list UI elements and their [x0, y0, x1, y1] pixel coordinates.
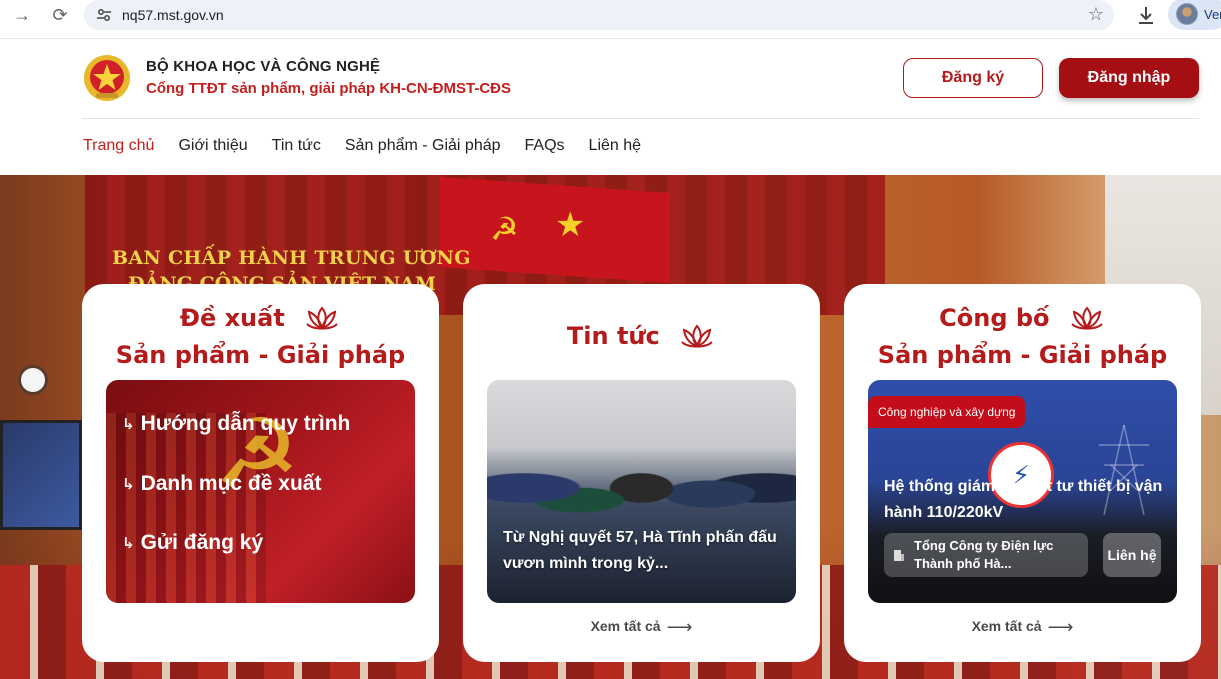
- nav-item-contact[interactable]: Liên hệ: [589, 137, 642, 155]
- url-text[interactable]: nq57.mst.gov.vn: [122, 7, 224, 23]
- contact-button[interactable]: Liên hệ: [1103, 533, 1161, 577]
- arrow-right-icon: ⟶: [666, 617, 693, 637]
- profile-label: Ver: [1204, 6, 1221, 22]
- publish-title: Công bố: [844, 304, 1201, 332]
- lotus-icon: [1071, 306, 1103, 330]
- login-button[interactable]: Đăng nhập: [1059, 58, 1199, 98]
- hook-arrow-icon: ↳: [122, 535, 135, 552]
- publish-see-all-link[interactable]: Xem tất cả ⟶: [844, 617, 1201, 638]
- submit-link[interactable]: ↳ Gửi đăng ký: [122, 531, 263, 555]
- product-title[interactable]: Hệ thống giám sát Vật tư thiết bị vận hà…: [884, 474, 1164, 526]
- nav-item-faqs[interactable]: FAQs: [525, 137, 565, 155]
- forward-arrow-icon[interactable]: →: [8, 1, 36, 29]
- arrow-right-icon: ⟶: [1047, 617, 1074, 637]
- publish-see-all-label[interactable]: Xem tất cả: [972, 618, 1042, 634]
- building-icon: [894, 550, 904, 561]
- lotus-icon: [306, 306, 338, 330]
- news-see-all-link[interactable]: Xem tất cả ⟶: [463, 617, 820, 638]
- propose-subtitle: Sản phẩm - Giải pháp: [115, 341, 406, 369]
- company-name[interactable]: Tổng Công ty Điện lực Thành phố Hà...: [914, 537, 1080, 573]
- propose-title-line1: Đề xuất: [179, 304, 285, 332]
- propose-panel: ☭ ↳ Hướng dẫn quy trình ↳ Danh mục đề xu…: [106, 380, 415, 603]
- site-settings-icon[interactable]: [96, 7, 112, 23]
- download-icon[interactable]: [1136, 4, 1156, 26]
- hero-banner-text: BAN CHẤP HÀNH TRUNG ƯƠNG: [112, 247, 471, 269]
- news-photo[interactable]: Từ Nghị quyết 57, Hà Tĩnh phấn đấu vươn …: [487, 380, 796, 603]
- clock-icon: [18, 365, 48, 395]
- news-card: Tin tức Từ Nghị quyết 57, Hà Tĩnh phấn đ…: [463, 284, 820, 662]
- hero-screen: [0, 420, 82, 530]
- nav-item-about[interactable]: Giới thiệu: [178, 137, 247, 155]
- hammer-sickle-icon: ☭: [490, 211, 519, 247]
- browser-toolbar: → ⟳ nq57.mst.gov.vn ☆ Ver: [0, 0, 1221, 30]
- news-title: Tin tức: [463, 322, 820, 350]
- news-title-text: Tin tức: [566, 322, 660, 350]
- guide-link-label[interactable]: Hướng dẫn quy trình: [141, 412, 351, 436]
- nav-item-home[interactable]: Trang chủ: [83, 137, 154, 155]
- company-chip[interactable]: Tổng Công ty Điện lực Thành phố Hà...: [884, 533, 1088, 577]
- news-see-all-label[interactable]: Xem tất cả: [591, 618, 661, 634]
- emblem-icon[interactable]: [82, 53, 132, 103]
- product-panel[interactable]: ⚡ Công nghiệp và xây dựng Hệ thống giám …: [868, 380, 1177, 603]
- star-icon: ★: [555, 206, 586, 244]
- avatar: [1176, 3, 1198, 25]
- header-divider: [82, 118, 1199, 119]
- main-nav: Trang chủ Giới thiệu Tin tức Sản phẩm - …: [83, 137, 641, 155]
- profile-chip[interactable]: Ver: [1168, 0, 1221, 30]
- hook-arrow-icon: ↳: [122, 416, 135, 433]
- address-bar[interactable]: nq57.mst.gov.vn ☆: [84, 0, 1114, 30]
- register-button[interactable]: Đăng ký: [903, 58, 1043, 98]
- reload-icon[interactable]: ⟳: [46, 1, 74, 29]
- propose-card: Đề xuất Sản phẩm - Giải pháp ☭ ↳ Hướng d…: [82, 284, 439, 662]
- bookmark-star-icon[interactable]: ☆: [1088, 4, 1104, 25]
- org-name: BỘ KHOA HỌC VÀ CÔNG NGHỆ: [146, 58, 381, 75]
- publish-subtitle: Sản phẩm - Giải pháp: [877, 341, 1168, 369]
- nav-item-products[interactable]: Sản phẩm - Giải pháp: [345, 137, 501, 155]
- lotus-icon: [681, 324, 713, 348]
- portal-name[interactable]: Cổng TTĐT sản phẩm, giải pháp KH-CN-ĐMST…: [146, 80, 511, 97]
- proposal-list-link[interactable]: ↳ Danh mục đề xuất: [122, 472, 321, 496]
- proposal-list-link-label[interactable]: Danh mục đề xuất: [141, 472, 322, 496]
- publish-card: Công bố Sản phẩm - Giải pháp ⚡ Công nghi…: [844, 284, 1201, 662]
- propose-title: Đề xuất: [82, 304, 439, 332]
- publish-title-line1: Công bố: [939, 304, 1050, 332]
- news-caption[interactable]: Từ Nghị quyết 57, Hà Tĩnh phấn đấu vươn …: [503, 525, 783, 577]
- submit-link-label[interactable]: Gửi đăng ký: [141, 531, 264, 555]
- guide-link[interactable]: ↳ Hướng dẫn quy trình: [122, 412, 350, 436]
- category-tag[interactable]: Công nghiệp và xây dựng: [868, 396, 1026, 428]
- hook-arrow-icon: ↳: [122, 476, 135, 493]
- nav-item-news[interactable]: Tin tức: [272, 137, 321, 155]
